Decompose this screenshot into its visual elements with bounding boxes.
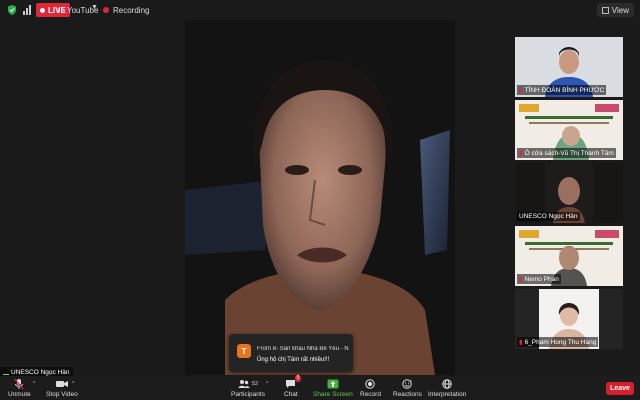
stream-menu-chevron-icon[interactable]: ▼	[91, 4, 98, 11]
participants-button[interactable]: 52 Participants	[231, 378, 265, 400]
chat-button[interactable]: 5 Chat	[284, 375, 302, 400]
audio-options-chevron-icon[interactable]: ^	[33, 381, 35, 387]
connection-bars-icon[interactable]	[22, 4, 32, 16]
svg-text:+: +	[410, 379, 413, 383]
security-shield-icon[interactable]	[6, 4, 18, 16]
participant-tile[interactable]: ▮ Ô cửa sách-Vũ Thị Thanh Tâm	[515, 100, 623, 160]
recording-indicator[interactable]: Recording	[103, 3, 149, 17]
share-screen-button[interactable]: Share Screen	[313, 378, 353, 400]
top-bar: LIVE on YouTube ▼ Recording View	[0, 0, 640, 20]
participant-name: ▮ 6_Pham Hong Thu Hang	[517, 337, 599, 347]
participant-name: ▮ TỈNH ĐOÀN BÌNH PHƯỚC	[517, 85, 607, 95]
participant-tile[interactable]: ▮ TỈNH ĐOÀN BÌNH PHƯỚC	[515, 37, 623, 97]
video-options-chevron-icon[interactable]: ^	[72, 381, 74, 387]
recording-label: Recording	[113, 5, 150, 15]
sender-avatar: T	[237, 344, 251, 358]
speaker-video-frame	[185, 20, 455, 375]
muted-mic-icon: ▮	[519, 339, 523, 346]
unmute-button[interactable]: Unmute	[8, 378, 31, 400]
share-screen-icon	[327, 378, 339, 390]
participant-name: UNESCO Ngọc Hân	[517, 212, 580, 221]
globe-icon	[442, 378, 452, 390]
meeting-toolbar: Unmute ^ Stop Video ^ 52 Participants ^ …	[0, 375, 640, 400]
smiley-icon: +	[402, 378, 413, 390]
leave-button[interactable]: Leave	[606, 382, 634, 395]
participants-icon: 52	[238, 378, 258, 390]
participant-name: ▮ Nemo Phan	[517, 274, 561, 284]
video-stage: ▮ TỈNH ĐOÀN BÌNH PHƯỚC ▮ Ô cửa sách-Vũ Thị…	[0, 20, 640, 375]
grid-icon	[601, 6, 609, 14]
toast-message: Ủng hộ chị Tâm rất nhiều!!!	[257, 357, 330, 363]
interpretation-button[interactable]: Interpretation	[428, 378, 466, 400]
chat-bubble-icon: 5	[285, 375, 302, 390]
muted-mic-icon: ▮	[519, 150, 523, 157]
muted-microphone-icon	[14, 378, 24, 390]
reactions-button[interactable]: + Reactions	[393, 378, 422, 400]
participant-tile[interactable]: ▮ Nemo Phan	[515, 226, 623, 286]
record-icon	[365, 378, 376, 390]
view-button[interactable]: View	[596, 3, 634, 17]
participant-thumbnails: ▮ TỈNH ĐOÀN BÌNH PHƯỚC ▮ Ô cửa sách-Vũ Thị…	[515, 37, 623, 352]
participant-tile[interactable]: ▮ 6_Pham Hong Thu Hang	[515, 289, 623, 349]
main-speaker-video[interactable]	[185, 20, 455, 375]
participants-count: 52	[251, 381, 259, 387]
participant-tile-active-speaker[interactable]: UNESCO Ngọc Hân	[515, 163, 623, 223]
participants-options-chevron-icon[interactable]: ^	[266, 381, 268, 387]
participant-name: ▮ Ô cửa sách-Vũ Thị Thanh Tâm	[517, 148, 616, 158]
live-dot-icon	[40, 7, 45, 13]
chat-unread-badge: 5	[294, 375, 302, 382]
signal-icon	[3, 369, 9, 375]
record-button[interactable]: Record	[360, 378, 381, 400]
chat-notification-toast[interactable]: T From 8- Sân khấu Nhà Bè Yêu - N... Ủng…	[229, 334, 353, 372]
video-camera-icon	[55, 378, 69, 390]
muted-mic-icon: ▮	[519, 276, 523, 283]
view-label: View	[611, 5, 629, 15]
muted-mic-icon: ▮	[519, 87, 523, 94]
record-dot-icon	[103, 7, 109, 13]
self-name: UNESCO Ngọc Hân	[11, 368, 70, 376]
toast-sender: From 8- Sân khấu Nhà Bè Yêu - N...	[257, 346, 349, 352]
